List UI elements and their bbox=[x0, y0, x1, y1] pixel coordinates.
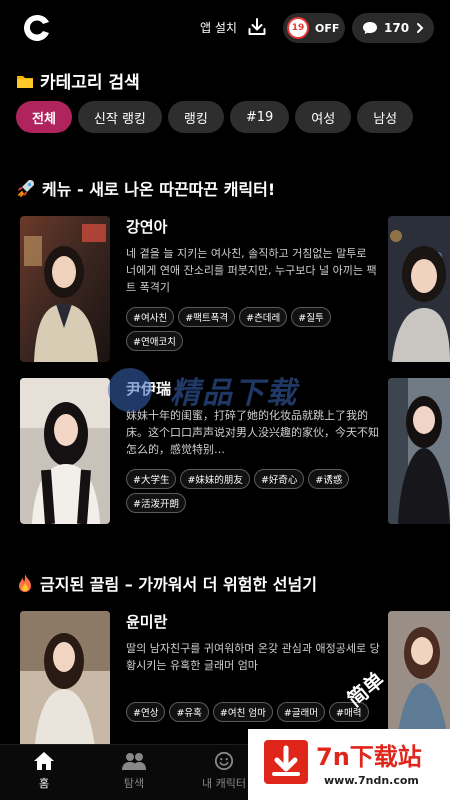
chat-bubble-icon bbox=[363, 22, 377, 34]
watermark-center-text: 精品下载 bbox=[170, 376, 298, 411]
category-heading: 카테고리 검색 bbox=[16, 68, 140, 93]
install-label: 앱 설치 bbox=[200, 20, 237, 35]
tag[interactable]: #大学生 bbox=[126, 469, 177, 489]
nav-my-characters-label: 내 캐릭터 bbox=[202, 777, 246, 790]
character-name: 윤미란 bbox=[126, 613, 168, 631]
smile-icon bbox=[214, 751, 234, 771]
character-image bbox=[20, 216, 110, 362]
tag[interactable]: #츤데레 bbox=[239, 307, 288, 327]
tag[interactable]: #诱惑 bbox=[308, 469, 350, 489]
fire-icon bbox=[19, 574, 31, 592]
tag[interactable]: #글래머 bbox=[276, 702, 326, 722]
credits-button[interactable]: 170 bbox=[352, 13, 434, 43]
chip-new-ranking[interactable]: 신작 랭킹 bbox=[77, 101, 162, 133]
section-forbidden-heading: 금지된 끌림 – 가까워서 더 위험한 선넘기 bbox=[16, 571, 317, 595]
section-new-heading: 케뉴 - 새로 나온 따끈따끈 캐릭터! bbox=[16, 176, 275, 200]
category-chip-row: 전체 신작 랭킹 랭킹 #19 여성 남성 bbox=[16, 101, 450, 133]
chip-female[interactable]: 여성 bbox=[295, 101, 352, 133]
age-19-badge: 19 bbox=[287, 17, 309, 39]
nav-home-label: 홈 bbox=[38, 777, 50, 790]
tag-list: #연상 #유혹 #여친 엄마 #글래머 #매력 bbox=[126, 702, 380, 722]
section-new-title: 케뉴 - 새로 나온 따끈따끈 캐릭터! bbox=[42, 180, 276, 199]
watermark-center: 精品下载 bbox=[108, 366, 348, 416]
tag-list: #여사친 #팩트폭격 #츤데레 #질투 #연애코치 bbox=[126, 307, 380, 351]
character-info: 윤미란 딸의 남자친구를 귀여워하며 온갖 관심과 애정공세로 당황시키는 유혹… bbox=[126, 611, 380, 722]
watermark-main-text: 7n下载站 bbox=[316, 743, 422, 771]
character-name: 강연아 bbox=[126, 218, 168, 236]
credit-count: 170 bbox=[384, 21, 410, 35]
nav-explore-label: 탐색 bbox=[123, 777, 145, 790]
top-bar: 앱 설치 19 OFF 170 bbox=[0, 0, 450, 56]
install-app-button[interactable]: 앱 설치 bbox=[200, 17, 267, 37]
tag[interactable]: #여사친 bbox=[126, 307, 175, 327]
age-toggle-state: OFF bbox=[315, 21, 340, 35]
tag[interactable]: #活泼开朗 bbox=[126, 493, 186, 513]
watermark-download-icon bbox=[264, 740, 308, 784]
next-character-preview[interactable] bbox=[388, 378, 450, 524]
tag[interactable]: #연상 bbox=[126, 702, 166, 722]
watermark-center-logo bbox=[108, 368, 152, 412]
tag[interactable]: #妹妹的朋友 bbox=[180, 469, 250, 489]
chip-all[interactable]: 전체 bbox=[16, 101, 72, 133]
nav-home[interactable]: 홈 bbox=[4, 751, 84, 791]
watermark-banner: 7n下载站 www.7ndn.com bbox=[248, 729, 450, 800]
category-title: 카테고리 검색 bbox=[40, 73, 140, 93]
app-logo[interactable] bbox=[22, 13, 52, 43]
character-info: 강연아 네 곁을 늘 지키는 여사친, 솔직하고 거침없는 말투로 너에게 연애… bbox=[126, 216, 380, 351]
character-image bbox=[20, 378, 110, 524]
nav-explore[interactable]: 탐색 bbox=[94, 751, 174, 791]
section-forbidden-title: 금지된 끌림 – 가까워서 더 위험한 선넘기 bbox=[40, 575, 317, 594]
character-description: 네 곁을 늘 지키는 여사친, 솔직하고 거침없는 말투로 너에게 연애 잔소리… bbox=[126, 247, 377, 294]
chip-19[interactable]: #19 bbox=[229, 101, 290, 133]
watermark-url: www.7ndn.com bbox=[324, 774, 419, 787]
tag[interactable]: #질투 bbox=[291, 307, 331, 327]
tag[interactable]: #연애코치 bbox=[126, 331, 183, 351]
chip-male[interactable]: 남성 bbox=[357, 101, 414, 133]
chip-ranking[interactable]: 랭킹 bbox=[167, 101, 224, 133]
tag[interactable]: #팩트폭격 bbox=[178, 307, 236, 327]
tag[interactable]: #유혹 bbox=[169, 702, 209, 722]
download-icon bbox=[248, 18, 266, 35]
character-card[interactable]: 강연아 네 곁을 늘 지키는 여사친, 솔직하고 거침없는 말투로 너에게 연애… bbox=[20, 216, 380, 362]
next-character-preview[interactable] bbox=[388, 216, 450, 362]
tag[interactable]: #好奇心 bbox=[253, 469, 305, 489]
character-image bbox=[20, 611, 110, 757]
tag-list: #大学生 #妹妹的朋友 #好奇心 #诱惑 #活泼开朗 bbox=[126, 469, 380, 513]
home-icon bbox=[34, 752, 54, 770]
character-description: 딸의 남자친구를 귀여워하며 온갖 관심과 애정공세로 당황시키는 유혹한 글래… bbox=[126, 642, 380, 672]
tag[interactable]: #여친 엄마 bbox=[212, 702, 273, 722]
people-icon bbox=[122, 753, 146, 770]
folder-icon bbox=[17, 75, 33, 88]
rocket-icon bbox=[18, 180, 34, 197]
chevron-right-icon bbox=[417, 23, 424, 33]
adult-content-toggle[interactable]: 19 OFF bbox=[283, 13, 345, 43]
